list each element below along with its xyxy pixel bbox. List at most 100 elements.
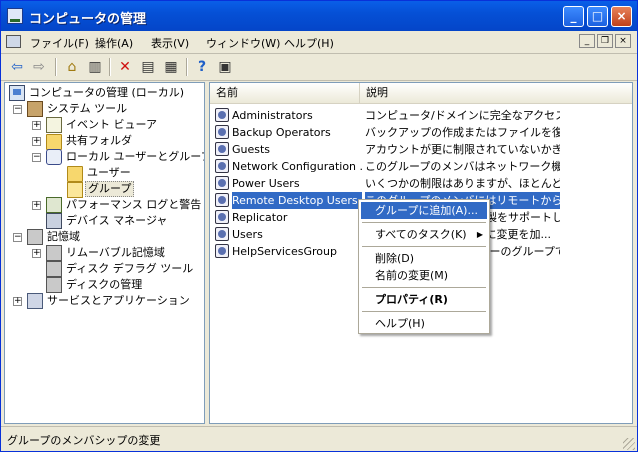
tree-label: システム ツール bbox=[47, 102, 128, 115]
device-manager-icon bbox=[46, 213, 62, 229]
list-header: 名前 説明 bbox=[210, 83, 632, 104]
folder-icon bbox=[67, 166, 83, 182]
menu-file[interactable]: ファイル(F) bbox=[30, 35, 89, 51]
collapse-icon[interactable]: − bbox=[13, 105, 22, 114]
menu-separator bbox=[362, 311, 486, 312]
tree-label: グループ bbox=[85, 181, 135, 197]
mdi-minimize-button[interactable]: _ bbox=[579, 34, 595, 48]
list-row[interactable]: Backup Operators バックアップの作成またはファイルを復元... bbox=[210, 124, 632, 141]
toolbar: ⇦ ⇨ ⌂ ▥ ✕ ▤ ▦ ? ▣ bbox=[1, 54, 637, 81]
disk-management-icon bbox=[46, 277, 62, 293]
menu-item-label: すべてのタスク(K) bbox=[375, 228, 467, 241]
close-button[interactable]: × bbox=[611, 6, 632, 27]
column-header-name[interactable]: 名前 bbox=[210, 83, 360, 103]
toolbar-separator bbox=[109, 58, 111, 76]
group-name: Remote Desktop Users bbox=[232, 192, 362, 209]
up-level-icon[interactable]: ⌂ bbox=[62, 57, 82, 77]
menu-help-item[interactable]: ヘルプ(H) bbox=[361, 315, 487, 332]
menu-properties[interactable]: プロパティ(R) bbox=[361, 291, 487, 308]
group-description: コンピュータ/ドメインに完全なアクセス... bbox=[365, 109, 560, 122]
mdi-restore-button[interactable]: ❐ bbox=[597, 34, 613, 48]
mdi-close-button[interactable]: × bbox=[615, 34, 631, 48]
tree-label: ディスクの管理 bbox=[66, 278, 143, 291]
group-name: Guests bbox=[232, 143, 271, 156]
menu-add-to-group[interactable]: グループに追加(A)... bbox=[361, 202, 487, 219]
forward-icon[interactable]: ⇨ bbox=[29, 57, 49, 77]
menu-bar: ファイル(F) 操作(A) 表示(V) ウィンドウ(W) ヘルプ(H) _ ❐ … bbox=[1, 31, 637, 54]
tree-label: 記憶域 bbox=[47, 230, 80, 243]
group-name: Backup Operators bbox=[232, 126, 331, 139]
properties-icon[interactable]: ▤ bbox=[138, 57, 158, 77]
menu-item-label: 削除(D) bbox=[375, 252, 415, 265]
expand-icon[interactable]: + bbox=[32, 137, 41, 146]
show-tree-icon[interactable]: ▥ bbox=[85, 57, 105, 77]
tree-label: サービスとアプリケーション bbox=[47, 294, 190, 307]
delete-icon[interactable]: ✕ bbox=[115, 57, 135, 77]
group-icon bbox=[215, 210, 229, 224]
list-row[interactable]: Power Users いくつかの制限はありますが、ほとんどの... bbox=[210, 175, 632, 192]
context-menu: グループに追加(A)... すべてのタスク(K) ▶ 削除(D) 名前の変更(M… bbox=[358, 199, 490, 334]
menu-delete[interactable]: 削除(D) bbox=[361, 250, 487, 267]
console-tree-icon[interactable]: ▣ bbox=[215, 57, 235, 77]
event-viewer-icon bbox=[46, 117, 62, 133]
group-description: バックアップの作成またはファイルを復元... bbox=[365, 126, 560, 139]
collapse-icon[interactable]: − bbox=[13, 233, 22, 242]
group-description: いくつかの制限はありますが、ほとんどの... bbox=[365, 177, 560, 190]
list-row[interactable]: Network Configuration ... このグループのメンバはネット… bbox=[210, 158, 632, 175]
tree-label: ユーザー bbox=[87, 166, 131, 179]
title-bar[interactable]: コンピュータの管理 _ □ × bbox=[1, 1, 637, 31]
menu-item-label: グループに追加(A)... bbox=[375, 204, 478, 217]
resize-grip-icon[interactable] bbox=[623, 438, 635, 450]
menu-help[interactable]: ヘルプ(H) bbox=[284, 35, 334, 51]
group-icon bbox=[215, 193, 229, 207]
menu-separator bbox=[362, 222, 486, 223]
help-icon[interactable]: ? bbox=[192, 57, 212, 77]
status-bar: グループのメンバシップの変更 bbox=[1, 426, 637, 452]
tree-label: イベント ビューア bbox=[66, 118, 158, 131]
tree-label: リムーバブル記憶域 bbox=[66, 246, 165, 259]
expand-icon[interactable]: + bbox=[32, 249, 41, 258]
tree-label: コンピュータの管理 (ローカル) bbox=[29, 86, 185, 99]
menu-item-label: 名前の変更(M) bbox=[375, 269, 449, 282]
expand-icon[interactable]: + bbox=[32, 121, 41, 130]
performance-logs-icon bbox=[46, 197, 62, 213]
group-name: HelpServicesGroup bbox=[232, 245, 337, 258]
menu-separator bbox=[362, 287, 486, 288]
list-row[interactable]: Administrators コンピュータ/ドメインに完全なアクセス... bbox=[210, 107, 632, 124]
console-tree[interactable]: コンピュータの管理 (ローカル) − システム ツール + イベント ビューア … bbox=[4, 82, 205, 424]
menu-item-label: プロパティ(R) bbox=[375, 293, 448, 306]
storage-icon bbox=[27, 229, 43, 245]
submenu-arrow-icon: ▶ bbox=[476, 230, 483, 239]
expand-icon[interactable]: + bbox=[13, 297, 22, 306]
group-description: アカウントが更に制限されていないかぎ... bbox=[365, 143, 560, 156]
menu-view[interactable]: 表示(V) bbox=[151, 35, 189, 51]
menu-all-tasks[interactable]: すべてのタスク(K) ▶ bbox=[361, 226, 487, 243]
minimize-button[interactable]: _ bbox=[563, 6, 584, 27]
console-menu-icon[interactable] bbox=[6, 35, 21, 48]
tree-label: パフォーマンス ログと警告 bbox=[66, 198, 202, 211]
group-name: Network Configuration ... bbox=[232, 160, 362, 173]
toolbar-separator bbox=[55, 58, 57, 76]
tree-label: ローカル ユーザーとグループ bbox=[66, 150, 205, 163]
column-header-description[interactable]: 説明 bbox=[360, 83, 632, 103]
menu-rename[interactable]: 名前の変更(M) bbox=[361, 267, 487, 284]
defrag-icon bbox=[46, 261, 62, 277]
expand-icon[interactable]: + bbox=[32, 201, 41, 210]
list-row[interactable]: Guests アカウントが更に制限されていないかぎ... bbox=[210, 141, 632, 158]
group-icon bbox=[215, 125, 229, 139]
group-name: Administrators bbox=[232, 109, 313, 122]
group-icon bbox=[215, 176, 229, 190]
maximize-button[interactable]: □ bbox=[587, 6, 608, 27]
collapse-icon[interactable]: − bbox=[32, 153, 41, 162]
users-groups-icon bbox=[46, 149, 62, 165]
export-list-icon[interactable]: ▦ bbox=[161, 57, 181, 77]
group-icon bbox=[215, 227, 229, 241]
shared-folder-icon bbox=[46, 134, 62, 150]
back-icon[interactable]: ⇦ bbox=[7, 57, 27, 77]
tree-label: デバイス マネージャ bbox=[66, 214, 168, 227]
menu-action[interactable]: 操作(A) bbox=[95, 35, 133, 51]
group-icon bbox=[215, 108, 229, 122]
group-name: Users bbox=[232, 228, 263, 241]
computer-icon bbox=[9, 85, 25, 101]
menu-window[interactable]: ウィンドウ(W) bbox=[206, 35, 280, 51]
